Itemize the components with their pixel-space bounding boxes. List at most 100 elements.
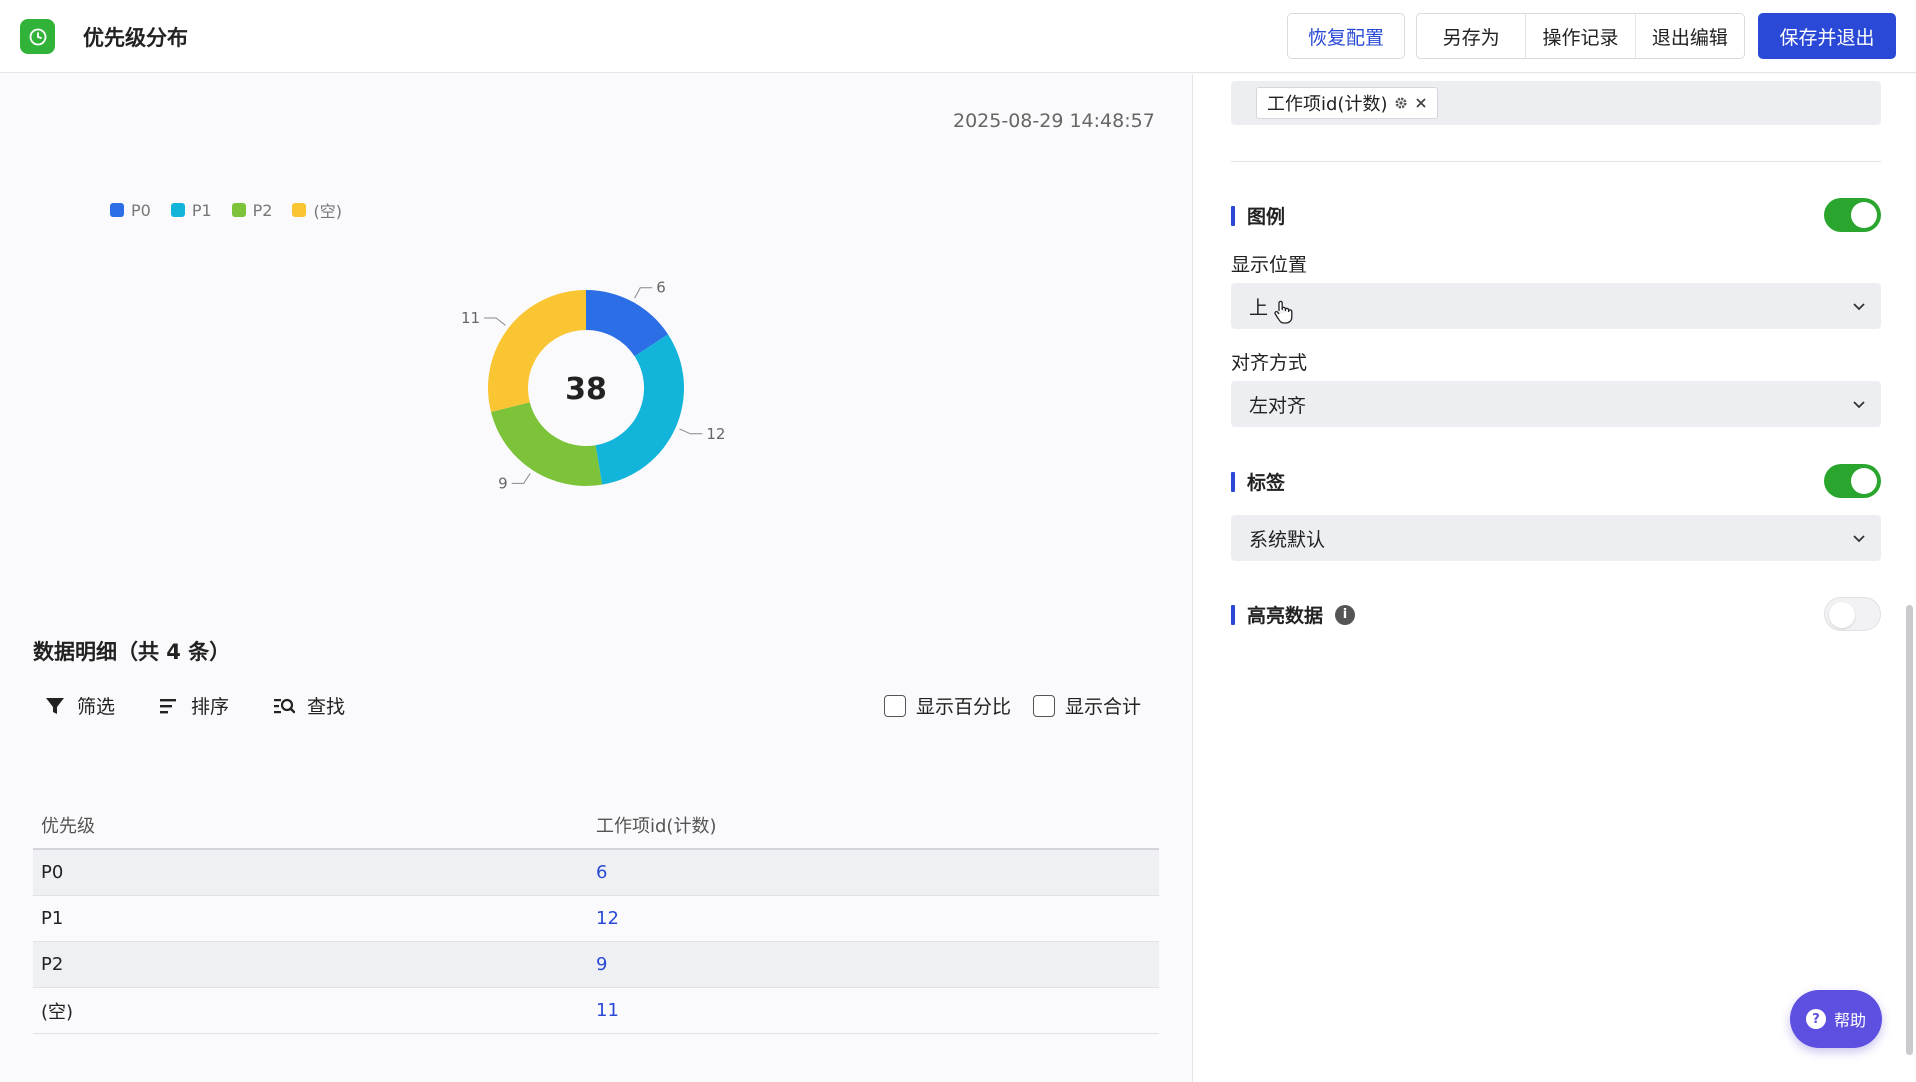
section-marker: [1231, 471, 1235, 492]
update-timestamp: 2025-08-29 14:48:57: [953, 110, 1155, 132]
legend-item[interactable]: (空): [292, 198, 342, 222]
row-value-link[interactable]: 12: [596, 908, 619, 929]
filter-icon: [46, 697, 64, 714]
tag-style-value: 系统默认: [1249, 528, 1326, 551]
value-field-box[interactable]: 工作项id(计数): [1231, 81, 1881, 125]
row-key: P1: [41, 908, 64, 929]
legend-align-select[interactable]: 左对齐: [1231, 381, 1881, 427]
chevron-down-icon: [1853, 303, 1865, 311]
action-button-group: 另存为 操作记录 退出编辑: [1416, 13, 1745, 59]
toggle-knob: [1829, 602, 1855, 628]
legend-label: P0: [131, 200, 151, 220]
table-body: P0 6 P1 12 P2 9 (空) 11: [33, 850, 1159, 1034]
find-tool[interactable]: 查找: [273, 692, 345, 719]
chart-legend: P0 P1 P2 (空): [110, 198, 342, 222]
legend-item[interactable]: P0: [110, 198, 151, 222]
show-total-label: 显示合计: [1065, 696, 1142, 718]
legend-section-header: 图例: [1231, 202, 1285, 229]
donut-slice[interactable]: [490, 402, 603, 486]
table-row: P0 6: [33, 850, 1159, 896]
sort-icon: [160, 698, 177, 713]
label-leader-line: [634, 287, 653, 299]
tag-section-header: 标签: [1231, 468, 1285, 495]
clock-icon: [20, 19, 55, 54]
close-icon[interactable]: [1415, 97, 1427, 109]
table-row: (空) 11: [33, 988, 1159, 1034]
table-row: P2 9: [33, 942, 1159, 988]
checkbox-box[interactable]: [884, 694, 906, 717]
row-key: P2: [41, 954, 64, 975]
tag-section-label: 标签: [1247, 472, 1286, 494]
save-as-button[interactable]: 另存为: [1417, 14, 1527, 58]
column-header: 优先级: [41, 816, 95, 837]
table-header: 优先级 工作项id(计数): [33, 802, 1159, 850]
help-button[interactable]: ? 帮助: [1790, 990, 1882, 1048]
data-label: 6: [656, 279, 666, 297]
legend-align-label: 对齐方式: [1231, 352, 1308, 374]
label-leader-line: [679, 428, 703, 435]
detail-title: 数据明细（共 4 条）: [33, 640, 231, 664]
scrollbar[interactable]: [1906, 605, 1913, 1055]
help-icon: ?: [1805, 1009, 1826, 1029]
restore-config-button[interactable]: 恢复配置: [1287, 13, 1405, 59]
chevron-down-icon: [1853, 535, 1865, 543]
top-bar: 优先级分布 恢复配置 另存为 操作记录 退出编辑 保存并退出: [0, 0, 1916, 73]
row-value-link[interactable]: 11: [596, 1000, 619, 1021]
column-header: 工作项id(计数): [596, 816, 717, 837]
table-row: P1 12: [33, 896, 1159, 942]
row-value-link[interactable]: 9: [596, 954, 607, 975]
toggle-knob: [1851, 468, 1877, 494]
history-button[interactable]: 操作记录: [1526, 14, 1636, 58]
legend-swatch: [231, 203, 246, 217]
section-divider: [1231, 161, 1881, 162]
legend-section-label: 图例: [1247, 206, 1286, 228]
sort-label: 排序: [191, 696, 230, 718]
section-marker: [1231, 604, 1235, 625]
legend-position-value: 上: [1249, 296, 1269, 319]
highlight-section-label: 高亮数据: [1247, 605, 1324, 627]
checkbox-box[interactable]: [1033, 694, 1056, 717]
highlight-section-header: 高亮数据 i: [1231, 601, 1356, 628]
detail-table: 优先级 工作项id(计数) P0 6 P1 12 P2 9 (空) 11: [33, 802, 1159, 1034]
highlight-toggle[interactable]: [1824, 597, 1881, 631]
field-chip[interactable]: 工作项id(计数): [1256, 87, 1439, 119]
filter-tool[interactable]: 筛选: [45, 692, 115, 719]
legend-item[interactable]: P1: [170, 198, 212, 222]
legend-label: P1: [191, 200, 212, 220]
detail-checks: 显示百分比 显示合计: [884, 692, 1141, 719]
gear-icon[interactable]: [1394, 96, 1408, 110]
donut-chart: 6 12 9 11 38: [461, 279, 726, 493]
legend-position-select[interactable]: 上: [1231, 283, 1881, 329]
legend-swatch: [170, 203, 185, 217]
chart-panel: 2025-08-29 14:48:57 P0 P1 P2 (空) 6 12 9 11 38 数…: [0, 74, 1193, 1082]
find-icon: [274, 698, 296, 713]
save-and-exit-button[interactable]: 保存并退出: [1758, 13, 1896, 59]
settings-panel: 工作项id(计数) 图例 显示位置 上 对齐方式 左对齐 标签 系统默认 高亮数…: [1193, 74, 1916, 1082]
data-label: 9: [498, 474, 508, 492]
exit-edit-button[interactable]: 退出编辑: [1636, 14, 1744, 58]
legend-swatch: [110, 203, 124, 217]
legend-toggle[interactable]: [1824, 198, 1881, 232]
chevron-down-icon: [1853, 401, 1865, 409]
find-label: 查找: [307, 696, 346, 718]
filter-label: 筛选: [77, 696, 116, 718]
show-percent-checkbox[interactable]: 显示百分比: [884, 692, 1011, 719]
page-title: 优先级分布: [83, 26, 188, 50]
donut-center-total: 38: [565, 372, 607, 407]
legend-position-label: 显示位置: [1231, 254, 1308, 276]
donut-slice[interactable]: [595, 334, 684, 485]
hand-cursor-icon: [1274, 300, 1293, 324]
detail-toolbar: 筛选 排序 查找: [45, 692, 345, 719]
legend-align-value: 左对齐: [1249, 394, 1307, 417]
label-leader-line: [484, 317, 506, 326]
label-leader-line: [511, 473, 531, 484]
show-total-checkbox[interactable]: 显示合计: [1033, 692, 1141, 719]
info-icon[interactable]: i: [1335, 604, 1356, 625]
sort-tool[interactable]: 排序: [159, 692, 229, 719]
legend-swatch: [292, 203, 307, 217]
tag-toggle[interactable]: [1824, 464, 1881, 498]
row-value-link[interactable]: 6: [596, 862, 607, 883]
tag-style-select[interactable]: 系统默认: [1231, 515, 1881, 561]
section-marker: [1231, 205, 1235, 226]
legend-item[interactable]: P2: [231, 198, 272, 222]
